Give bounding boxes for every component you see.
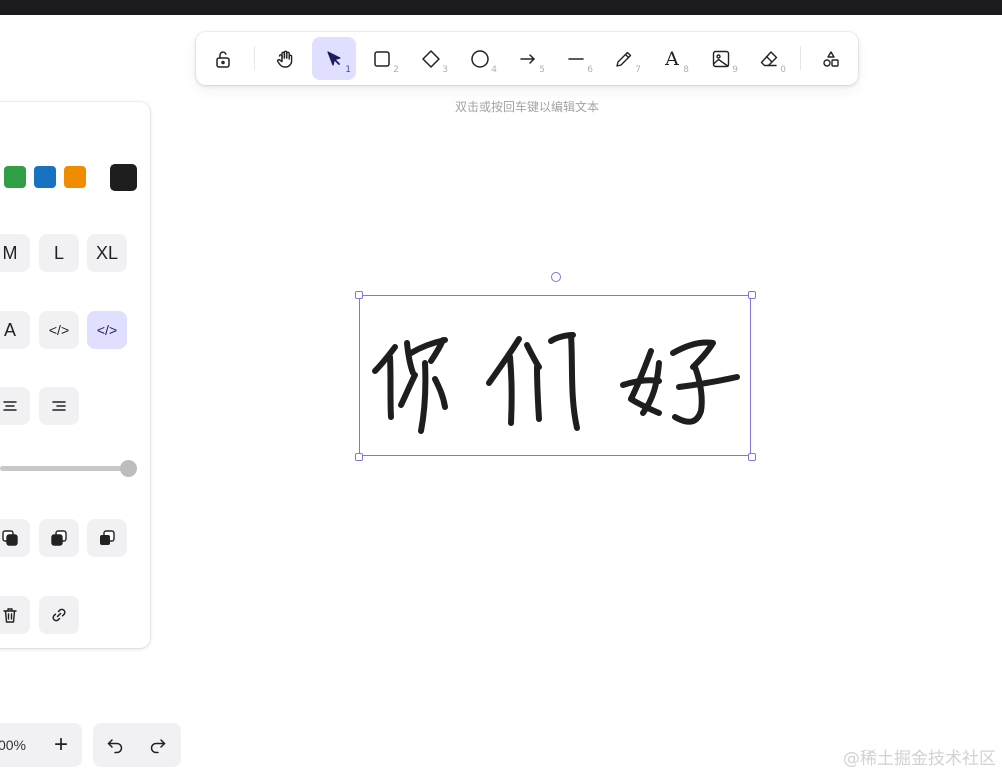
tool-shortcut-key: 8 [683,65,689,75]
lock-tool-button[interactable] [201,37,245,80]
resize-handle-bottom-right[interactable] [748,453,756,461]
selection-tool-button[interactable]: 1 [312,37,356,80]
diamond-tool-button[interactable]: 3 [409,37,453,80]
hand-icon [276,50,293,68]
font-family-normal-button[interactable]: A [0,311,30,349]
tool-shortcut-key: 2 [393,65,399,75]
unlock-icon [216,50,230,68]
line-tool-button[interactable]: 6 [554,37,598,80]
link-button[interactable] [39,596,79,634]
pencil-icon [616,51,632,67]
stroke-color-blue-swatch[interactable] [34,166,56,188]
font-size-extra-large-button[interactable]: XL [87,234,127,272]
resize-handle-bottom-left[interactable] [355,453,363,461]
tool-shortcut-key: 3 [442,65,448,75]
toolbar-divider [800,46,801,70]
stroke-color-orange-swatch[interactable] [64,166,86,188]
resize-handle-top-right[interactable] [748,291,756,299]
tool-shortcut-key: 7 [635,65,641,75]
text-tool-button[interactable]: A 8 [650,37,694,80]
zoom-controls: 00% + [0,723,82,767]
current-stroke-color-swatch[interactable] [110,164,137,191]
pencil-tool-button[interactable]: 7 [602,37,646,80]
window-top-bar [0,0,1002,15]
bring-forward-icon [51,530,67,546]
redo-button[interactable] [138,726,178,764]
cursor-arrow-icon [327,50,341,66]
tool-shortcut-key: 9 [732,65,738,75]
hand-tool-button[interactable] [263,37,307,80]
redo-icon [150,739,166,754]
opacity-slider-track[interactable] [0,466,130,471]
zoom-in-button[interactable]: + [42,726,80,764]
selection-box[interactable] [359,295,751,456]
align-right-icon [52,401,66,411]
main-toolbar: 1 2 3 4 5 6 7 A 8 9 0 [196,32,858,85]
ellipse-icon [471,49,489,68]
trash-icon [3,608,17,623]
rectangle-icon [374,50,390,67]
undo-button[interactable] [95,726,135,764]
send-backward-button[interactable] [0,519,30,557]
bring-forward-button[interactable] [39,519,79,557]
link-icon [52,608,66,622]
font-size-large-button[interactable]: L [39,234,79,272]
canvas-hint-text: 双击或按回车键以编辑文本 [454,100,599,114]
toolbar-divider [254,46,255,70]
arrow-right-icon [520,53,535,64]
zoom-level-label[interactable]: 00% [0,737,26,753]
image-tool-button[interactable]: 9 [699,37,743,80]
undo-redo-controls [93,723,181,767]
delete-button[interactable] [0,596,30,634]
shapes-library-icon [823,50,839,67]
tool-shortcut-key: 4 [491,65,497,75]
line-icon [568,57,584,60]
tool-shortcut-key: 6 [587,65,593,75]
tool-shortcut-key: 0 [780,65,786,75]
ellipse-tool-button[interactable]: 4 [458,37,502,80]
font-family-code-button[interactable]: </> [39,311,79,349]
image-icon [712,50,730,67]
undo-icon [107,739,123,754]
arrow-tool-button[interactable]: 5 [506,37,550,80]
text-align-center-button[interactable] [0,387,30,425]
eraser-icon [760,50,778,66]
font-family-code-active-button[interactable]: </> [87,311,127,349]
eraser-tool-button[interactable]: 0 [747,37,791,80]
diamond-icon [422,49,440,68]
watermark-text: @稀土掘金技术社区 [843,749,996,769]
stroke-color-green-swatch[interactable] [4,166,26,188]
text-align-right-button[interactable] [39,387,79,425]
resize-handle-top-left[interactable] [355,291,363,299]
send-backward-icon [2,530,18,546]
rectangle-tool-button[interactable]: 2 [360,37,404,80]
bring-to-front-button[interactable] [87,519,127,557]
plus-icon: + [53,731,68,758]
tool-shortcut-key: 1 [345,65,351,75]
bring-to-front-icon [100,530,115,545]
text-icon: A [665,47,679,70]
rotation-handle[interactable] [551,272,561,282]
align-center-icon [3,401,17,411]
more-shapes-button[interactable] [809,37,853,80]
tool-shortcut-key: 5 [539,65,545,75]
opacity-slider-thumb[interactable] [120,460,137,477]
font-size-medium-button[interactable]: M [0,234,30,272]
